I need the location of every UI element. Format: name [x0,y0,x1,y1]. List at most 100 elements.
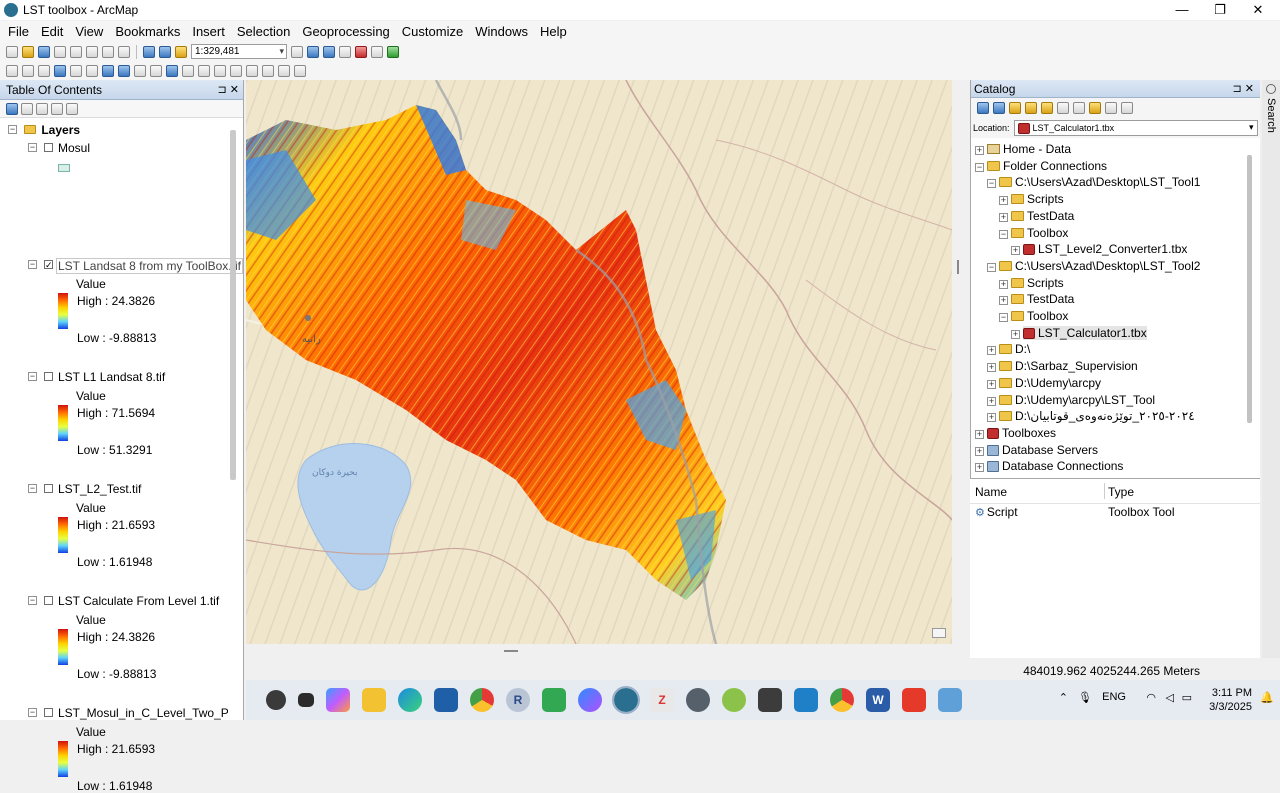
catalog-expand-toggle[interactable]: + [999,196,1008,205]
catalog-expand-toggle[interactable]: + [987,397,996,406]
identify-icon[interactable] [166,64,178,77]
toc-scrollbar[interactable] [230,130,236,480]
catalog-tree-item[interactable]: D:\٢٠٢٤-٢٠٢٥_توێژەنەوەی_قوتابیان [999,409,1195,423]
time-slider-icon[interactable] [278,64,290,77]
layer-2-collapse-toggle[interactable]: − [28,372,37,381]
mosul-visibility-checkbox[interactable] [44,143,53,152]
views-icon[interactable] [1073,102,1085,114]
catalog-expand-toggle[interactable]: + [999,296,1008,305]
minimize-button[interactable]: — [1164,0,1200,20]
catalog-expand-toggle[interactable]: + [987,380,996,389]
layer-1-collapse-toggle[interactable]: − [28,260,37,269]
menu-file[interactable]: File [0,24,35,39]
map-layout-toggle-icon[interactable] [932,628,946,638]
catalog-expand-toggle[interactable]: + [975,146,984,155]
python-window-icon[interactable] [371,45,383,58]
catalog-tree-scrollbar[interactable] [1247,155,1252,423]
close-window-button[interactable]: ✕ [1240,0,1276,20]
catalog-tree-item[interactable]: Scripts [1011,192,1064,206]
save-icon[interactable] [38,45,50,58]
catalog-expand-toggle[interactable]: + [987,346,996,355]
task-view-icon[interactable] [298,693,314,707]
battery-icon[interactable]: ▭ [1182,691,1192,704]
acrobat-icon[interactable] [902,688,926,712]
catalog-expand-toggle[interactable]: + [1011,246,1020,255]
fixed-zoom-out-icon[interactable] [86,64,98,77]
catalog-expand-toggle[interactable]: + [1011,330,1020,339]
word-icon[interactable]: W [866,688,890,712]
catalog-tree-item[interactable]: D:\ [999,342,1030,356]
file-explorer-icon[interactable] [362,688,386,712]
forward-extent-icon[interactable] [118,64,130,77]
list-by-selection-icon[interactable] [51,102,63,115]
catalog-tree-item[interactable]: Toolbox [1011,309,1068,323]
add-data-icon[interactable] [175,45,187,58]
language-indicator[interactable]: ENG [1102,691,1126,703]
vscode-icon[interactable] [794,688,818,712]
go-to-xy-icon[interactable] [246,64,258,77]
home-folder-icon[interactable] [1025,102,1037,114]
list-by-source-icon[interactable] [21,102,33,115]
forward-arrow-icon[interactable] [993,102,1005,114]
catalog-tree-item[interactable]: D:\Udemy\arcpy [999,376,1101,390]
edge-icon[interactable] [398,688,422,712]
zoom-in-icon[interactable] [6,64,18,77]
list-row-script[interactable]: ⚙ Script [975,505,1018,519]
catalog-tree-item[interactable]: Folder Connections [987,159,1107,173]
catalog-tree-item[interactable]: D:\Udemy\arcpy\LST_Tool [999,393,1155,407]
catalog-tree-item[interactable]: Scripts [1011,276,1064,290]
catalog-tree-item[interactable]: Database Servers [987,443,1098,457]
copilot-icon[interactable] [326,688,350,712]
disconnect-folder-icon[interactable] [1057,102,1069,114]
layer-lst-landsat8-toolbox[interactable]: LST Landsat 8 from my ToolBox.tif [56,258,243,274]
catalog-expand-toggle[interactable]: + [987,413,996,422]
catalog-options-icon[interactable] [1121,102,1133,114]
menu-bookmarks[interactable]: Bookmarks [109,24,186,39]
app-icon[interactable] [686,688,710,712]
find-icon[interactable] [214,64,226,77]
layer-lst-calculate-level1[interactable]: LST Calculate From Level 1.tif [58,594,219,608]
messenger-icon[interactable] [578,688,602,712]
layer-5-visibility-checkbox[interactable] [44,708,53,717]
mosul-collapse-toggle[interactable]: − [28,143,37,152]
catalog-expand-toggle[interactable]: + [975,447,984,456]
delete-icon[interactable] [118,45,130,58]
catalog-expand-toggle[interactable]: + [999,213,1008,222]
list-by-drawing-order-icon[interactable] [6,102,18,115]
microphone-icon[interactable]: 🎙 [1078,691,1092,704]
menu-help[interactable]: Help [534,24,573,39]
menu-selection[interactable]: Selection [231,24,296,39]
catalog-tree-item[interactable]: TestData [1011,209,1074,223]
up-one-level-icon[interactable] [1009,102,1021,114]
catalog-expand-toggle[interactable]: − [987,263,996,272]
copy-icon[interactable] [86,45,98,58]
rstudio-icon[interactable] [542,688,566,712]
qgis-icon[interactable] [722,688,746,712]
clock[interactable]: 3:11 PM 3/3/2025 [1209,686,1252,714]
map-scale-dropdown[interactable]: 1:329,481 [191,44,287,59]
search-side-tab[interactable]: Search [1262,80,1280,658]
layer-mosul[interactable]: Mosul [58,141,90,155]
catalog-expand-toggle[interactable]: + [999,280,1008,289]
paste-icon[interactable] [102,45,114,58]
layer-4-collapse-toggle[interactable]: − [28,596,37,605]
full-extent-icon[interactable] [54,64,66,77]
catalog-expand-toggle[interactable]: − [975,163,984,172]
menu-insert[interactable]: Insert [186,24,231,39]
catalog-tree-item[interactable]: LST_Calculator1.tbx [1023,326,1147,340]
catalog-tree-item[interactable]: C:\Users\Azad\Desktop\LST_Tool2 [999,259,1200,273]
back-extent-icon[interactable] [102,64,114,77]
volume-icon[interactable]: ◁ [1166,691,1174,704]
column-header-name[interactable]: Name [975,485,1007,499]
print-icon[interactable] [54,45,66,58]
map-bottom-splitter[interactable] [246,644,968,658]
catalog-tree-item[interactable]: C:\Users\Azad\Desktop\LST_Tool1 [999,175,1200,189]
new-document-icon[interactable] [6,45,18,58]
zotero-icon[interactable]: Z [650,688,674,712]
open-folder-icon[interactable] [22,45,34,58]
menu-windows[interactable]: Windows [469,24,534,39]
catalog-tree-item[interactable]: TestData [1011,292,1074,306]
catalog-tree-item[interactable]: LST_Level2_Converter1.tbx [1023,242,1187,256]
catalog-tree-item[interactable]: Toolboxes [987,426,1056,440]
catalog-expand-toggle[interactable]: + [975,430,984,439]
